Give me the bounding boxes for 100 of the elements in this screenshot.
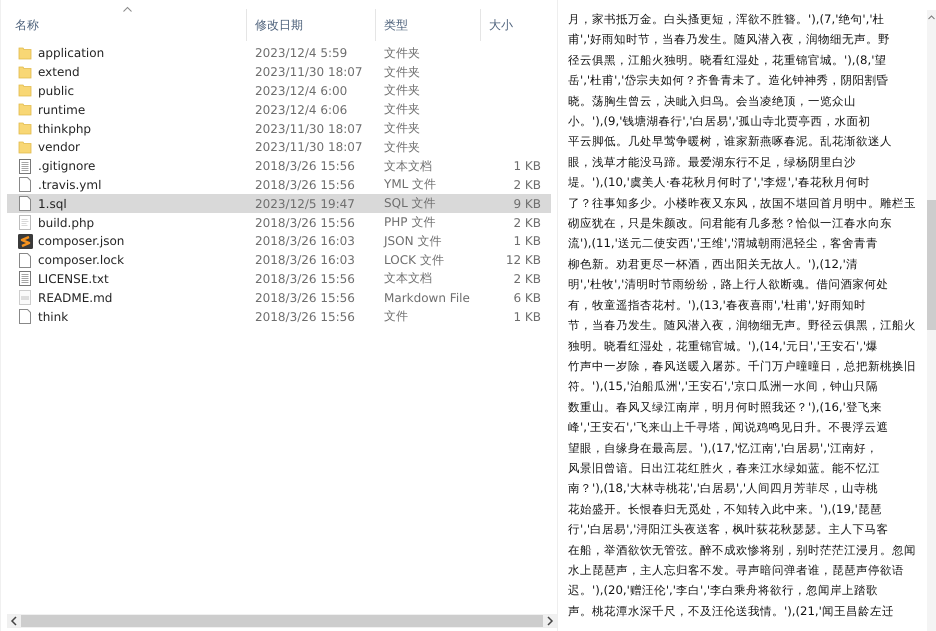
preview-text-line: 甫','好雨知时节，当春乃发生。随风潜入夜，润物细无声。野 xyxy=(568,31,892,48)
file-row[interactable]: thinkphp 2023/11/30 18:07 文件夹 xyxy=(7,119,551,138)
file-row[interactable]: 1.sql 2023/12/5 19:47 SQL 文件 9 KB xyxy=(7,194,551,214)
file-name: thinkphp xyxy=(38,122,92,136)
column-header[interactable]: 修改日期 xyxy=(247,9,376,41)
file-type: 文件夹 xyxy=(383,82,421,100)
file-size: 12 KB xyxy=(504,253,541,268)
modified-date: 2018/3/26 15:56 xyxy=(254,159,356,174)
file-row[interactable]: composer.lock 2018/3/26 16:03 LOCK 文件 12 KB xyxy=(7,250,551,270)
file-type: 文件夹 xyxy=(383,64,421,81)
modified-date: 2018/3/26 15:56 xyxy=(254,216,356,230)
folder-icon xyxy=(18,140,32,154)
file-icon xyxy=(19,177,31,192)
file-name: runtime xyxy=(38,102,86,117)
file-size: 6 KB xyxy=(512,290,541,305)
file-row[interactable]: .gitignore 2018/3/26 15:56 文本文档 1 KB xyxy=(7,156,551,176)
preview-text-line: 堤。'),(10,'虞美人·春花秋月何时了','李煜','春花秋月何时 xyxy=(568,174,871,192)
file-type: YML 文件 xyxy=(383,176,438,194)
file-type: 文本文档 xyxy=(383,158,433,175)
modified-date: 2023/11/30 18:07 xyxy=(254,65,364,80)
preview-text-line: 岳','杜甫','岱宗夫如何？齐鲁青未了。造化钟神秀，阴阳割昏 xyxy=(568,72,890,90)
app-icon xyxy=(18,234,32,249)
preview-text-line: 符。'),(15,'泊船瓜洲','王安石','京口瓜洲一水间，钟山只隔 xyxy=(568,378,880,396)
file-type: Markdown File xyxy=(383,290,471,305)
file-name: README.md xyxy=(38,290,112,305)
file-row[interactable]: think 2018/3/26 15:56 文件 1 KB xyxy=(7,307,551,326)
preview-text-line: 了？往事知多少。小楼昨夜又东风，故国不堪回首月明中。雕栏玉 xyxy=(568,194,917,212)
file-name: .gitignore xyxy=(38,159,96,174)
file-type: SQL 文件 xyxy=(383,195,437,212)
preview-text-line: 行','白居易','浔阳江头夜送客，枫叶荻花秋瑟瑟。主人下马客 xyxy=(568,521,890,538)
scrollbar-thumb[interactable] xyxy=(927,200,936,330)
column-header[interactable]: 类型 xyxy=(376,9,481,41)
modified-date: 2023/12/4 6:06 xyxy=(254,102,348,117)
preview-text-line: 在船，举酒欲饮无管弦。醉不成欢惨将别，别时茫茫江浸月。忽闻 xyxy=(568,542,917,559)
file-name: composer.json xyxy=(38,234,124,248)
folder-icon xyxy=(18,122,32,136)
preview-text-line: 晓。荡胸生曾云，决眦入归鸟。会当凌绝顶，一览众山 xyxy=(568,92,857,110)
preview-text-line: 竹声中一岁除，春风送暖入屠苏。千门万户曈曈日，总把新桃换旧 xyxy=(568,358,917,375)
file-row[interactable]: LICENSE.txt 2018/3/26 15:56 文本文档 2 KB xyxy=(7,270,551,288)
file-size: 2 KB xyxy=(512,272,541,286)
file-row[interactable]: runtime 2023/12/4 6:06 文件夹 xyxy=(7,100,551,120)
preview-text-line: 平云脚低。几处早莺争暖树，谁家新燕啄春泥。乱花渐欲迷人 xyxy=(568,133,893,150)
preview-text-line: 小。'),(9,'钱塘湖春行','白居易','孤山寺北贾亭西，水面初 xyxy=(568,113,872,130)
preview-text-line: 砌应犹在，只是朱颜改。问君能有几多愁？恰似一江春水向东 xyxy=(568,215,893,232)
modified-date: 2023/11/30 18:07 xyxy=(254,140,364,154)
file-row[interactable]: public 2023/12/4 6:00 文件夹 xyxy=(7,82,551,100)
file-row[interactable]: application 2023/12/4 5:59 文件夹 xyxy=(7,44,551,63)
file-row[interactable]: vendor 2023/11/30 18:07 文件夹 xyxy=(7,138,551,157)
file-icon xyxy=(19,196,31,212)
folder-icon xyxy=(18,84,32,98)
file-row[interactable]: extend 2023/11/30 18:07 文件夹 xyxy=(7,62,551,82)
modified-date: 2023/12/4 6:00 xyxy=(254,84,348,98)
modified-date: 2018/3/26 15:56 xyxy=(254,178,356,192)
preview-text-line: 节，当春乃发生。随风潜入夜，润物细无声。野径云俱黑，江船火 xyxy=(568,317,917,334)
file-type: 文件夹 xyxy=(383,44,421,62)
file-name: 1.sql xyxy=(38,196,67,211)
file-name: application xyxy=(38,46,104,60)
preview-text-line: 风景旧曾谙。日出江花红胜火，春来江水绿如蓝。能不忆江 xyxy=(568,460,881,477)
file-type: JSON 文件 xyxy=(382,232,442,250)
file-size: 2 KB xyxy=(512,178,541,192)
column-header[interactable]: 大小 xyxy=(481,9,545,41)
preview-text-line: 径云俱黑，江船火独明。晓看红湿处，花重锦官城。'),(8,'望 xyxy=(568,52,888,69)
file-row[interactable]: build.php 2018/3/26 15:56 PHP 文件 2 KB xyxy=(7,213,551,232)
file-name: extend xyxy=(38,65,80,80)
folder-icon xyxy=(18,103,32,116)
preview-text-line: 眼，浅草才能没马蹄。最爱湖东行不足，绿杨阴里白沙 xyxy=(568,154,857,171)
file-icon xyxy=(19,252,31,268)
preview-text-line: 声。桃花潭水深千尺，不及汪伦送我情。'),(21,'闻王昌龄左迁 xyxy=(568,602,895,620)
text-file-icon xyxy=(19,158,31,174)
script-file-icon xyxy=(19,215,31,230)
file-row[interactable]: .travis.yml 2018/3/26 15:56 YML 文件 2 KB xyxy=(7,176,551,194)
preview-text-line: 明','杜牧','清明时节雨纷纷，路上行人欲断魂。借问酒家何处 xyxy=(568,276,890,294)
file-type: 文件 xyxy=(383,308,409,326)
preview-text-line: 柳色新。劝君更尽一杯酒，西出阳关无故人。'),(12,'清 xyxy=(568,256,859,273)
file-size: 1 KB xyxy=(512,310,541,324)
file-type: 文本文档 xyxy=(383,270,433,288)
preview-text-line: 峰','王安石','飞来山上千寻塔，闻说鸡鸣见日升。不畏浮云遮 xyxy=(568,419,890,436)
file-name: composer.lock xyxy=(38,253,124,268)
file-name: think xyxy=(38,310,68,324)
file-size: 1 KB xyxy=(512,159,541,174)
markdown-file-icon xyxy=(19,290,31,306)
file-row[interactable]: composer.json 2018/3/26 16:03 JSON 文件 1 KB xyxy=(7,232,551,251)
file-row[interactable]: README.md 2018/3/26 15:56 Markdown File 6 KB xyxy=(7,288,551,308)
modified-date: 2023/11/30 18:07 xyxy=(254,122,364,136)
file-name: build.php xyxy=(38,216,94,230)
preview-text-line: 迟。'),(20,'赠汪伦','李白','李白乘舟将欲行，忽闻岸上踏歌 xyxy=(568,582,880,600)
file-name: public xyxy=(38,84,74,98)
file-size: 9 KB xyxy=(512,196,541,211)
file-name: LICENSE.txt xyxy=(38,272,109,286)
scrollbar-thumb[interactable] xyxy=(21,615,543,627)
column-header[interactable]: 名称 xyxy=(7,9,247,41)
preview-text-line: 有，牧童遥指杏花村。'),(13,'春夜喜雨','杜甫','好雨知时 xyxy=(568,296,868,314)
preview-text-line: 花始盛开。长恨春归无觅处，不知转入此中来。'),(19,'琵琶 xyxy=(568,500,883,518)
modified-date: 2018/3/26 16:03 xyxy=(254,253,356,268)
preview-text-line: 月，家书抵万金。白头搔更短，浑欲不胜簪。'),(7,'绝句','杜 xyxy=(568,11,886,28)
file-name: .travis.yml xyxy=(38,178,102,192)
modified-date: 2018/3/26 15:56 xyxy=(254,290,356,305)
modified-date: 2023/12/4 5:59 xyxy=(254,46,348,60)
preview-text-line: 南？'),(18,'大林寺桃花','白居易','人间四月芳菲尽，山寺桃 xyxy=(568,480,880,498)
sort-caret-icon xyxy=(122,6,132,12)
